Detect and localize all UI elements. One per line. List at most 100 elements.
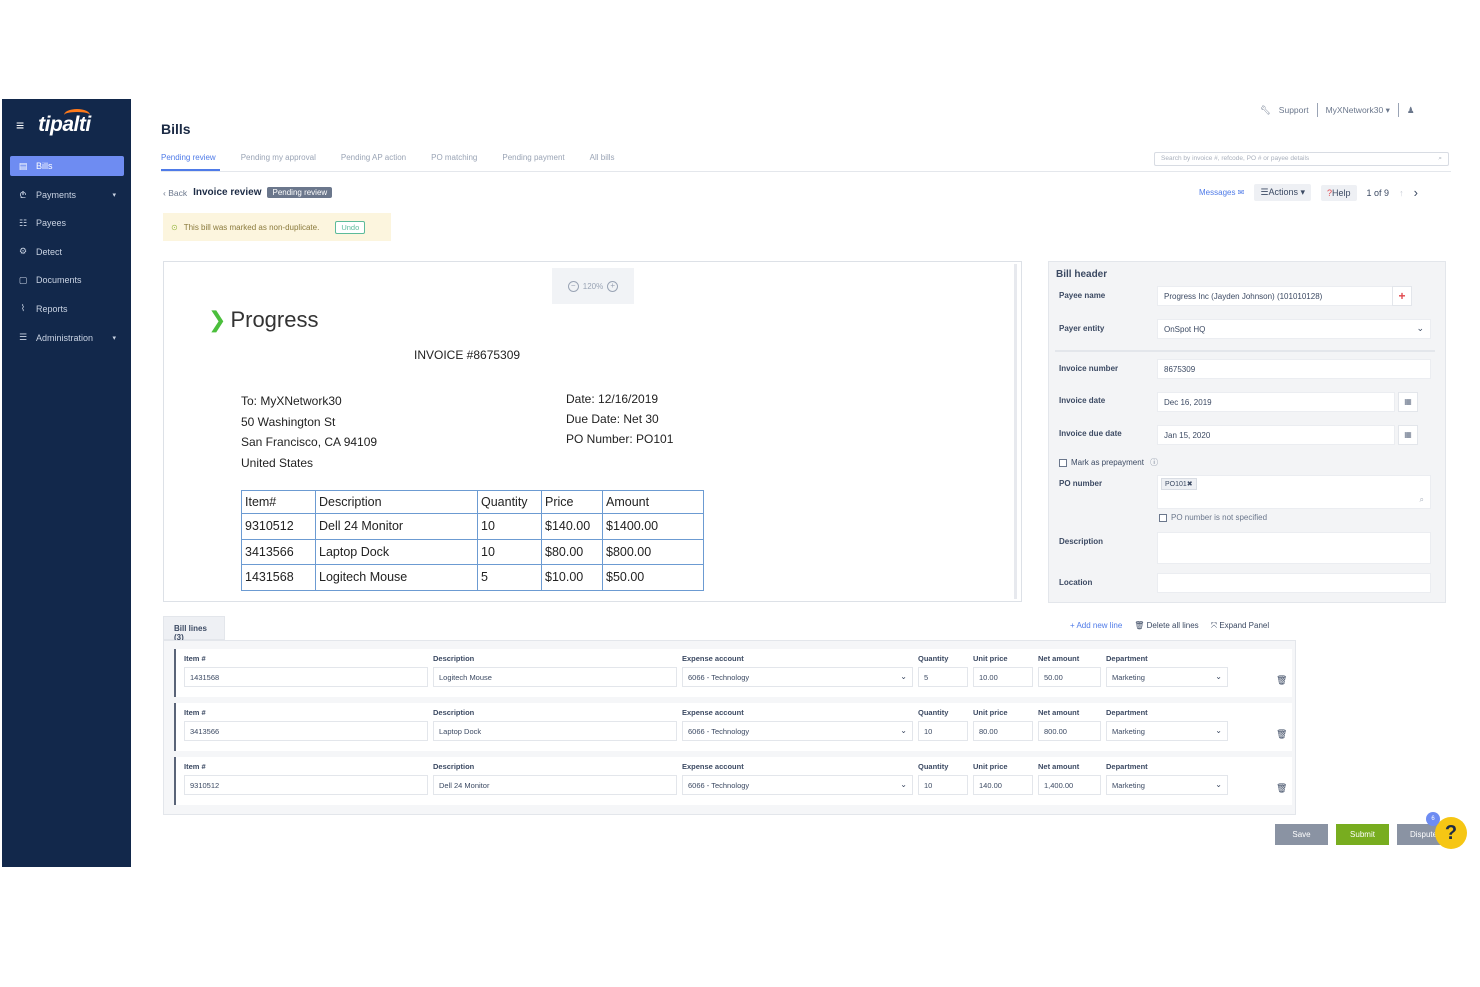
item-field[interactable]: 3413566: [184, 721, 428, 741]
next-arrow-icon[interactable]: ›: [1414, 185, 1418, 200]
unit_price-field[interactable]: 140.00: [973, 775, 1033, 795]
due-date-field[interactable]: Jan 15, 2020: [1157, 425, 1395, 445]
chevron-down-icon[interactable]: ▾: [112, 191, 116, 199]
description-value: Dell 24 Monitor: [439, 781, 490, 790]
po-not-specified[interactable]: PO number is not specified: [1159, 513, 1267, 522]
expense-field[interactable]: 6066 - Technology ⌄: [682, 775, 913, 795]
divider: [1055, 350, 1435, 352]
app-window: ≡ tipalti ▤ Bills ₾ Payments ▾ ☷ Payees ⚙ Detect…: [2, 99, 1478, 867]
description-field[interactable]: Laptop Dock: [433, 721, 677, 741]
description-field[interactable]: [1157, 532, 1431, 564]
net-label: Net amount: [1038, 762, 1080, 771]
table-cell: 10: [477, 538, 542, 565]
sidebar-item-detect[interactable]: ⚙ Detect: [10, 242, 124, 262]
messages-link[interactable]: Messages ✉: [1199, 188, 1244, 197]
payee-name-field[interactable]: Progress Inc (Jayden Johnson) (101010128…: [1157, 286, 1395, 306]
zoom-in-icon[interactable]: +: [607, 280, 619, 292]
unit_price-field[interactable]: 10.00: [973, 667, 1033, 687]
sidebar-item-administration[interactable]: ☰ Administration ▾: [10, 328, 124, 348]
preview-scrollbar[interactable]: [1014, 264, 1017, 599]
location-field[interactable]: [1157, 573, 1431, 593]
back-link[interactable]: ‹ Back: [163, 188, 187, 198]
hamburger-icon[interactable]: ≡: [16, 117, 24, 133]
description-field[interactable]: Dell 24 Monitor: [433, 775, 677, 795]
description-field[interactable]: Logitech Mouse: [433, 667, 677, 687]
tab-pending-ap-action[interactable]: Pending AP action: [341, 153, 406, 162]
sidebar-item-documents[interactable]: ▢ Documents: [10, 270, 124, 290]
sidebar-item-reports[interactable]: ⌇ Reports: [10, 299, 124, 319]
zoom-out-icon[interactable]: −: [567, 280, 579, 292]
calendar-icon[interactable]: ▦: [1398, 392, 1418, 412]
delete-all-button[interactable]: 🗑︎ Delete all lines: [1134, 621, 1198, 631]
meta-line: PO Number: PO101: [566, 432, 674, 446]
expense-field[interactable]: 6066 - Technology ⌄: [682, 667, 913, 687]
chevron-down-icon[interactable]: ▾: [112, 334, 116, 342]
search-icon[interactable]: ⌕: [1438, 155, 1442, 163]
department-field[interactable]: Marketing ⌄: [1106, 667, 1228, 687]
unit_price-field[interactable]: 80.00: [973, 721, 1033, 741]
trash-icon[interactable]: 🗑︎: [1276, 675, 1287, 686]
expense-field[interactable]: 6066 - Technology ⌄: [682, 721, 913, 741]
add-line-button[interactable]: + Add new line: [1070, 621, 1122, 631]
help-fab-icon[interactable]: ?: [1435, 817, 1467, 849]
actions-menu[interactable]: ☰Actions ▾: [1254, 184, 1311, 201]
payees-icon: ☷: [18, 217, 28, 228]
tab-pending-payment[interactable]: Pending payment: [502, 153, 564, 162]
user-icon[interactable]: ♟: [1407, 105, 1415, 116]
vendor-logo: ❯ Progress: [208, 307, 318, 333]
duplicate-notice: ⊙ This bill was marked as non-duplicate.…: [163, 213, 391, 241]
item-field[interactable]: 1431568: [184, 667, 428, 687]
support-link[interactable]: Support: [1279, 105, 1309, 115]
chevron-down-icon: ⌄: [1215, 726, 1222, 735]
table-cell: $140.00: [541, 513, 603, 540]
net-field[interactable]: 50.00: [1038, 667, 1101, 687]
calendar-icon[interactable]: ▦: [1398, 425, 1418, 445]
net-field[interactable]: 800.00: [1038, 721, 1101, 741]
add-payee-button[interactable]: +: [1392, 286, 1412, 306]
trash-icon: 🗑︎: [1134, 621, 1145, 630]
unit_price-value: 80.00: [979, 727, 998, 736]
tab-all-bills[interactable]: All bills: [590, 153, 615, 162]
sidebar-item-payees[interactable]: ☷ Payees: [10, 213, 124, 233]
quantity-field[interactable]: 10: [918, 721, 968, 741]
account-dropdown[interactable]: MyXNetwork30 ▾: [1326, 105, 1390, 116]
trash-icon[interactable]: 🗑︎: [1276, 783, 1287, 794]
expand-panel-button[interactable]: ⤧ Expand Panel: [1211, 621, 1269, 631]
bill-lines-tab[interactable]: Bill lines (3): [163, 616, 225, 642]
department-field[interactable]: Marketing ⌄: [1106, 775, 1228, 795]
prepayment-checkbox[interactable]: Mark as prepayment ⓘ: [1059, 457, 1158, 468]
po-tag[interactable]: PO101✖: [1161, 478, 1197, 490]
po-number-field[interactable]: ⌕: [1157, 475, 1431, 509]
checkbox[interactable]: [1159, 513, 1167, 522]
submit-button[interactable]: Submit: [1336, 824, 1389, 845]
sidebar-item-payments[interactable]: ₾ Payments ▾: [10, 185, 124, 205]
tab-pending-review[interactable]: Pending review: [161, 153, 216, 162]
undo-button[interactable]: Undo: [335, 220, 366, 234]
search-input[interactable]: Search by invoice #, refcode, PO # or pa…: [1154, 152, 1449, 166]
search-icon[interactable]: ⌕: [1420, 495, 1424, 505]
sidebar-item-bills[interactable]: ▤ Bills: [10, 156, 124, 176]
payer-entity-select[interactable]: OnSpot HQ ⌄: [1157, 319, 1431, 339]
save-button[interactable]: Save: [1275, 824, 1328, 845]
vendor-name: Progress: [230, 307, 319, 332]
net-field[interactable]: 1,400.00: [1038, 775, 1101, 795]
invoice-date-field[interactable]: Dec 16, 2019: [1157, 392, 1395, 412]
item-label: Item #: [184, 762, 206, 771]
prev-arrow-icon[interactable]: ↑: [1399, 188, 1404, 198]
delete-all-label: Delete all lines: [1146, 621, 1199, 630]
quantity-field[interactable]: 10: [918, 775, 968, 795]
invoice-number-field[interactable]: 8675309: [1157, 359, 1431, 379]
help-button[interactable]: ?Help: [1321, 184, 1357, 201]
item-field[interactable]: 9310512: [184, 775, 428, 795]
tab-pending-my-approval[interactable]: Pending my approval: [241, 153, 316, 162]
tab-po-matching[interactable]: PO matching: [431, 153, 477, 162]
quantity-field[interactable]: 5: [918, 667, 968, 687]
info-icon[interactable]: ⓘ: [1150, 458, 1158, 467]
trash-icon[interactable]: 🗑︎: [1276, 729, 1287, 740]
department-value: Marketing: [1112, 727, 1145, 736]
address-line: San Francisco, CA 94109: [241, 435, 378, 449]
department-label: Department: [1106, 762, 1148, 771]
department-field[interactable]: Marketing ⌄: [1106, 721, 1228, 741]
checkbox[interactable]: [1059, 458, 1067, 467]
sidebar-item-label: Administration: [36, 332, 94, 343]
